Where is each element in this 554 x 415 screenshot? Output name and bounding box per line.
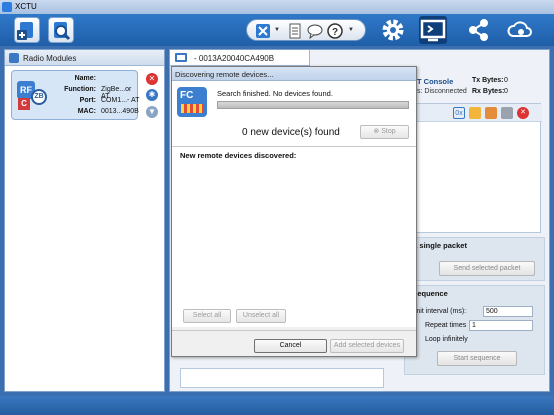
- rx-bytes-value: 0: [504, 88, 508, 95]
- chevron-down-icon[interactable]: ▼: [348, 27, 354, 33]
- device-port-label: Port:: [79, 97, 96, 104]
- device-console-tab[interactable]: - 0013A20040CA490B: [170, 50, 310, 66]
- device-function-label: Function:: [64, 86, 96, 93]
- lock-icon[interactable]: [501, 107, 513, 119]
- cancel-button[interactable]: Cancel: [254, 339, 327, 353]
- device-tab-label: - 0013A20040CA490B: [194, 54, 275, 63]
- device-name-label: Name:: [74, 75, 96, 82]
- clear-log-icon[interactable]: ✕: [517, 107, 529, 119]
- log-toolbar: 0x ✕: [405, 104, 542, 122]
- device-function-row: Function: ZigBe...or AT: [50, 86, 140, 100]
- cloud-gear-icon: [507, 21, 532, 37]
- discovering-devices-dialog: Discovering remote devices... FC Search …: [171, 66, 417, 357]
- window-title: XCTU: [15, 2, 37, 11]
- dialog-title: Discovering remote devices...: [175, 70, 274, 79]
- tools-icon: [256, 24, 270, 38]
- devices-found-count: 0 new device(s) found: [242, 127, 340, 138]
- console-status: s: Disconnected: [417, 88, 467, 95]
- single-packet-header: l a single packet: [409, 241, 467, 250]
- gear-icon: [382, 19, 404, 41]
- configuration-mode-button[interactable]: [379, 16, 407, 44]
- add-device-icon: [17, 22, 33, 40]
- start-sequence-button[interactable]: Start sequence: [437, 351, 517, 366]
- stop-button[interactable]: ⊗ Stop: [360, 125, 409, 139]
- copy-log-icon[interactable]: [485, 107, 497, 119]
- network-mode-button[interactable]: [464, 16, 492, 44]
- transmit-interval-field[interactable]: 500: [483, 306, 533, 317]
- feedback-button[interactable]: [307, 23, 323, 40]
- send-selected-packet-button[interactable]: Send selected packet: [439, 261, 535, 276]
- hex-view-icon[interactable]: 0x: [453, 107, 465, 119]
- console-title: T Console: [417, 77, 454, 86]
- dialog-button-bar: Cancel Add selected devices: [172, 330, 416, 356]
- radio-modules-title: Radio Modules: [23, 54, 77, 63]
- expand-arrow-icon[interactable]: ▼: [146, 106, 158, 118]
- repeat-times-label: Repeat times: [425, 322, 467, 329]
- search-status-message: Search finished. No devices found.: [217, 89, 333, 98]
- tools-button[interactable]: [255, 23, 271, 39]
- discovered-devices-list[interactable]: New remote devices discovered: Select al…: [172, 147, 416, 327]
- radio-modules-panel: Radio Modules RF ZB C Name: Function: Zi…: [4, 49, 165, 392]
- settings-list-icon: [289, 23, 301, 39]
- help-button[interactable]: ?: [327, 23, 343, 39]
- repeat-times-field[interactable]: 1: [469, 320, 533, 331]
- discover-network-icon[interactable]: ✱: [146, 89, 158, 101]
- add-selected-devices-button[interactable]: Add selected devices: [330, 339, 404, 353]
- device-port-row: Port: COM1...- AT: [50, 97, 140, 107]
- tx-bytes-value: 0: [504, 77, 508, 84]
- radio-module-card[interactable]: RF ZB C Name: Function: ZigBe...or AT Po…: [11, 70, 140, 120]
- tx-bytes-label: Tx Bytes:: [472, 77, 504, 84]
- radio-modules-header: Radio Modules: [5, 50, 164, 66]
- loop-infinitely-label[interactable]: Loop infinitely: [425, 336, 468, 343]
- radio-module-icon: [9, 53, 19, 63]
- xctu-settings-button[interactable]: [287, 23, 303, 39]
- stop-label: Stop: [381, 128, 396, 135]
- send-single-packet-section: l a single packet Send selected packet: [404, 237, 545, 281]
- search-progress-bar: [217, 101, 409, 109]
- zigbee-device-icon: RF ZB C: [17, 81, 47, 111]
- console-status-box: T Console s: Disconnected Tx Bytes: 0 Rx…: [414, 74, 547, 100]
- console-log-area[interactable]: 0x ✕: [404, 103, 542, 233]
- save-log-icon[interactable]: [469, 107, 481, 119]
- cloud-mode-button[interactable]: [506, 16, 534, 44]
- chevron-down-icon[interactable]: ▼: [274, 27, 280, 33]
- device-port-value: COM1...- AT: [101, 97, 140, 104]
- select-all-button[interactable]: Select all: [183, 309, 231, 323]
- monitor-icon: [175, 53, 187, 62]
- discovery-icon: FC: [177, 87, 207, 117]
- send-sequence-section: l sequence nsmit interval (ms): 500 Repe…: [404, 285, 545, 375]
- title-bar: XCTU: [0, 0, 554, 14]
- device-mac-row: MAC: 0013...490B: [50, 108, 140, 118]
- stop-icon: ⊗: [373, 128, 380, 135]
- main-toolbar: ▼ ? ▼: [0, 14, 554, 46]
- add-device-button[interactable]: [14, 17, 40, 43]
- app-icon: [2, 2, 12, 12]
- packet-list-area[interactable]: [180, 368, 384, 388]
- help-icon: ?: [327, 23, 343, 39]
- dialog-status-area: FC Search finished. No devices found. 0 …: [172, 81, 416, 147]
- consoles-mode-button[interactable]: [419, 16, 447, 44]
- terminal-icon: [420, 19, 446, 42]
- status-bar: [0, 396, 554, 415]
- network-icon: [469, 19, 488, 41]
- rx-bytes-label: Rx Bytes:: [472, 88, 505, 95]
- svg-text:?: ?: [332, 27, 338, 38]
- dialog-title-bar: Discovering remote devices...: [172, 67, 416, 81]
- tools-group: ▼ ? ▼: [246, 19, 366, 41]
- discovered-devices-header: New remote devices discovered:: [180, 151, 297, 160]
- speech-bubble-icon: [307, 24, 323, 40]
- discover-icon: [54, 22, 71, 41]
- device-mac-label: MAC:: [77, 108, 96, 115]
- unselect-all-button[interactable]: Unselect all: [236, 309, 286, 323]
- remove-device-icon[interactable]: ✕: [146, 73, 158, 85]
- discover-devices-button[interactable]: [48, 17, 74, 43]
- device-name-row: Name:: [50, 75, 140, 85]
- device-mac-value: 0013...490B: [101, 108, 139, 115]
- search-progress-fill: [218, 102, 408, 108]
